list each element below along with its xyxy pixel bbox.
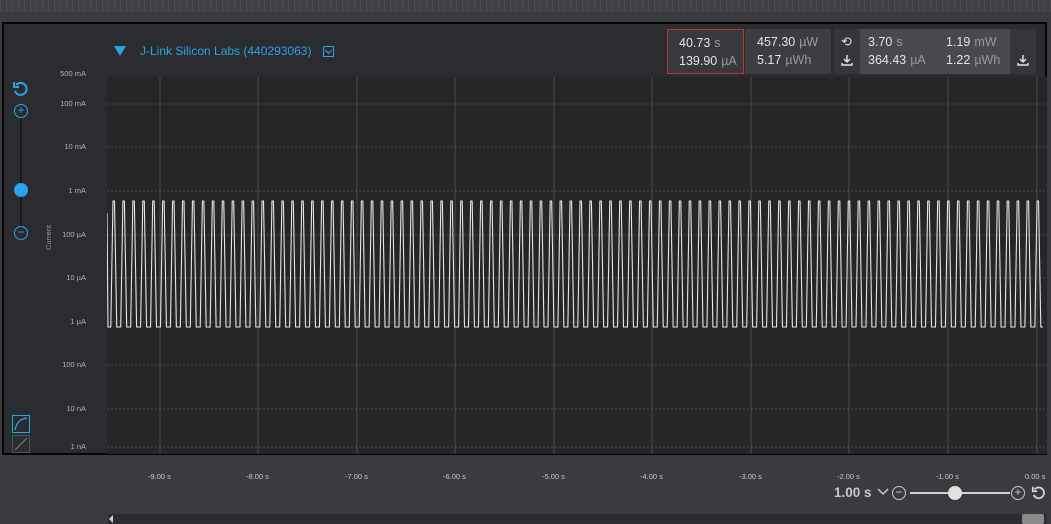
zoom-in-icon[interactable]: + [14,104,28,118]
y-tick-label: 1 nA [70,442,86,451]
linear-scale-button[interactable] [12,435,30,453]
y-tick-label: 10 mA [64,142,86,151]
log-curve-icon [14,417,28,431]
total-energy-unit: µWh [974,53,1001,67]
current-waveform[interactable] [106,73,1047,454]
chevron-down-icon[interactable] [877,487,889,497]
horizontal-scrollbar[interactable] [108,514,1047,524]
selection-energy: 5.17 [757,53,782,67]
x-tick-label: -1.00 s [936,472,959,481]
y-tick-label: 500 mA [60,69,86,78]
total-power-unit: mW [974,35,997,49]
reset-icon[interactable]: ⟲ [841,34,852,50]
y-tick-label: 100 nA [62,360,86,369]
linear-line-icon [14,437,28,451]
x-tick-label: -5.00 s [542,472,565,481]
vertical-zoom-handle[interactable] [14,183,28,197]
x-tick-label: -7.00 s [345,472,368,481]
y-tick-label: 1 µA [70,317,86,326]
total-stats: 3.70 s 364.43 µA 1.19 mW 1.22 µWh [860,29,1010,74]
top-ruler [0,0,1051,12]
selection-power-energy: 457.30 µW 5.17 µWh [745,29,831,74]
y-tick-label: 1 mA [68,186,86,195]
plot-area[interactable] [106,73,1047,454]
total-time: 3.70 [868,35,893,49]
selection-current-unit: µA [721,54,737,68]
selection-current: 139.90 [679,54,718,68]
total-current: 364.43 [868,53,907,67]
selection-time-unit: s [714,36,721,50]
triangle-down-icon[interactable] [114,46,126,56]
horizontal-scrollbar-thumb[interactable] [1022,514,1044,524]
x-tick-label: -4.00 s [640,472,663,481]
selection-energy-unit: µWh [785,53,812,67]
dropdown-icon[interactable] [323,45,335,57]
x-tick-label: -6.00 s [443,472,466,481]
selection-actions: ⟲ [834,29,860,74]
total-power: 1.19 [946,35,971,49]
y-tick-label: 10 nA [66,404,86,413]
selection-time-current: 40.73 s 139.90 µA [667,29,744,74]
device-name: J-Link Silicon Labs (440293063) [140,44,312,58]
y-tick-label: 10 µA [66,273,86,282]
selection-power: 457.30 [757,35,796,49]
current-trace [106,200,1043,328]
x-tick-label: -8.00 s [246,472,269,481]
y-tick-label: 100 mA [60,99,86,108]
vertical-zoom-track[interactable] [20,118,22,226]
scroll-left-icon[interactable] [107,514,115,524]
reset-icon[interactable] [1031,485,1047,501]
total-time-unit: s [896,35,903,49]
x-tick-label: 0.00 s [1025,472,1046,481]
x-tick-label: -2.00 s [837,472,860,481]
total-energy: 1.22 [946,53,971,67]
zoom-out-icon[interactable]: − [892,486,906,500]
zoom-out-icon[interactable]: − [14,226,28,240]
selection-power-unit: µW [799,35,819,49]
total-current-unit: µA [910,53,926,67]
zoom-in-icon[interactable]: + [1011,486,1025,500]
x-tick-label: -9.00 s [148,472,171,481]
reset-icon[interactable] [12,81,30,97]
device-selector[interactable]: J-Link Silicon Labs (440293063) [114,44,335,58]
selection-time: 40.73 [679,36,711,50]
export-icon[interactable] [841,54,853,66]
zoom-value: 1.00 s [834,485,872,500]
export-icon[interactable] [1017,54,1029,66]
y-tick-label: 100 µA [62,230,86,239]
horizontal-zoom-handle[interactable] [948,486,962,500]
log-scale-button[interactable] [12,415,30,433]
x-tick-label: -3.00 s [739,472,762,481]
total-actions [1010,29,1036,74]
